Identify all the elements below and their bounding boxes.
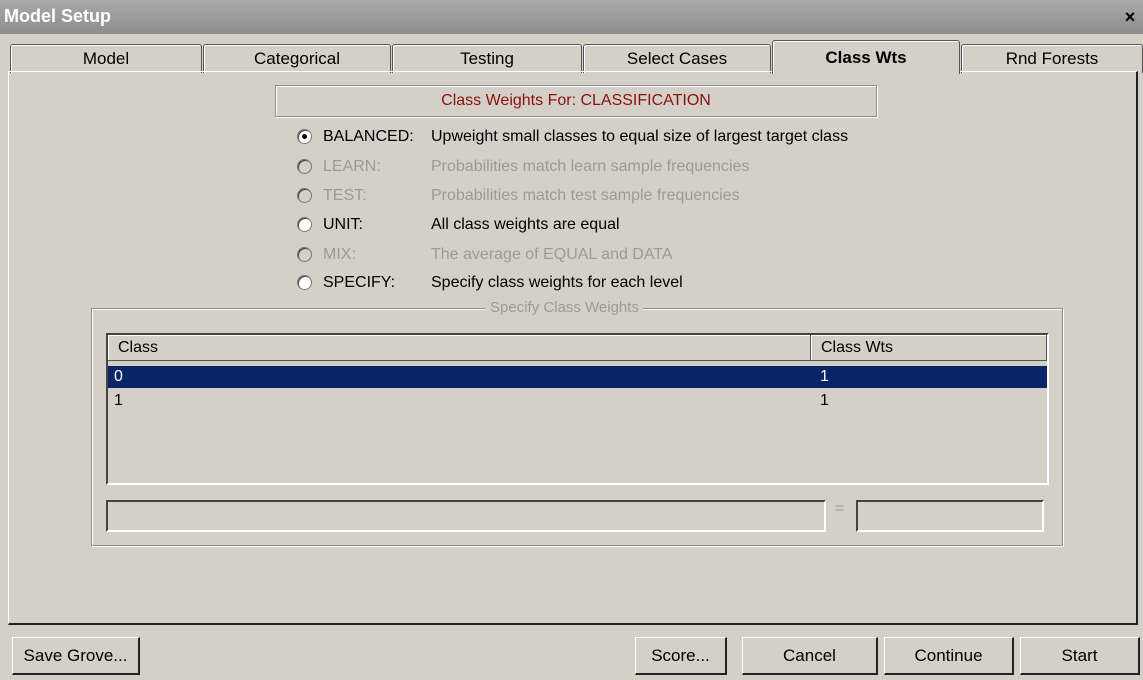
tab-select-cases[interactable]: Select Cases [583, 44, 771, 73]
score-button[interactable]: Score... [635, 637, 727, 675]
radio-button[interactable] [297, 275, 312, 290]
tab-class-wts[interactable]: Class Wts [772, 40, 960, 74]
option-label: SPECIFY: [323, 274, 396, 291]
tab-testing[interactable]: Testing [392, 44, 582, 73]
equals-sign: = [835, 500, 845, 517]
weight-cell: 1 [820, 392, 829, 409]
close-icon[interactable]: × [1121, 8, 1139, 26]
title-bar: Model Setup × [0, 0, 1143, 34]
radio-button [297, 159, 312, 174]
save-grove-button[interactable]: Save Grove... [12, 637, 140, 675]
radio-button[interactable] [297, 217, 312, 232]
weight-cell: 1 [820, 368, 829, 385]
tab-rnd-forests[interactable]: Rnd Forests [961, 44, 1143, 73]
start-button[interactable]: Start [1020, 637, 1140, 675]
radio-button [297, 188, 312, 203]
option-label: UNIT: [323, 216, 363, 233]
cancel-button[interactable]: Cancel [742, 637, 878, 675]
option-label: MIX: [323, 246, 356, 263]
table-row[interactable]: 0 1 [108, 366, 1047, 388]
class-cell: 1 [114, 392, 123, 409]
weight-edit-field[interactable] [856, 500, 1044, 532]
class-cell: 0 [114, 368, 123, 385]
option-label: LEARN: [323, 158, 381, 175]
class-weights-table[interactable]: Class Class Wts 0 1 1 1 [106, 333, 1049, 485]
option-description: All class weights are equal [431, 216, 620, 233]
table-row[interactable]: 1 1 [108, 390, 1047, 412]
option-label: TEST: [323, 187, 367, 204]
class-edit-field[interactable] [106, 500, 826, 532]
column-header-class[interactable]: Class [108, 335, 811, 361]
class-weights-heading: Class Weights For: CLASSIFICATION [275, 85, 877, 117]
option-description: Specify class weights for each level [431, 274, 683, 291]
radio-selected-dot [302, 134, 307, 139]
option-description: Probabilities match learn sample frequen… [431, 158, 750, 175]
option-description: Upweight small classes to equal size of … [431, 128, 849, 145]
tab-strip: Model Categorical Testing Select Cases C… [10, 40, 1143, 74]
option-description: Probabilities match test sample frequenc… [431, 187, 740, 204]
continue-button[interactable]: Continue [884, 637, 1014, 675]
table-header: Class Class Wts [108, 335, 1047, 362]
specify-class-weights-title: Specify Class Weights [486, 299, 643, 317]
tab-categorical[interactable]: Categorical [203, 44, 391, 73]
option-description: The average of EQUAL and DATA [431, 246, 673, 263]
radio-button[interactable] [297, 129, 312, 144]
option-label: BALANCED: [323, 128, 414, 145]
tab-model[interactable]: Model [10, 44, 202, 73]
column-header-class-wts[interactable]: Class Wts [811, 335, 1047, 361]
window-title: Model Setup [4, 6, 111, 26]
radio-button [297, 247, 312, 262]
